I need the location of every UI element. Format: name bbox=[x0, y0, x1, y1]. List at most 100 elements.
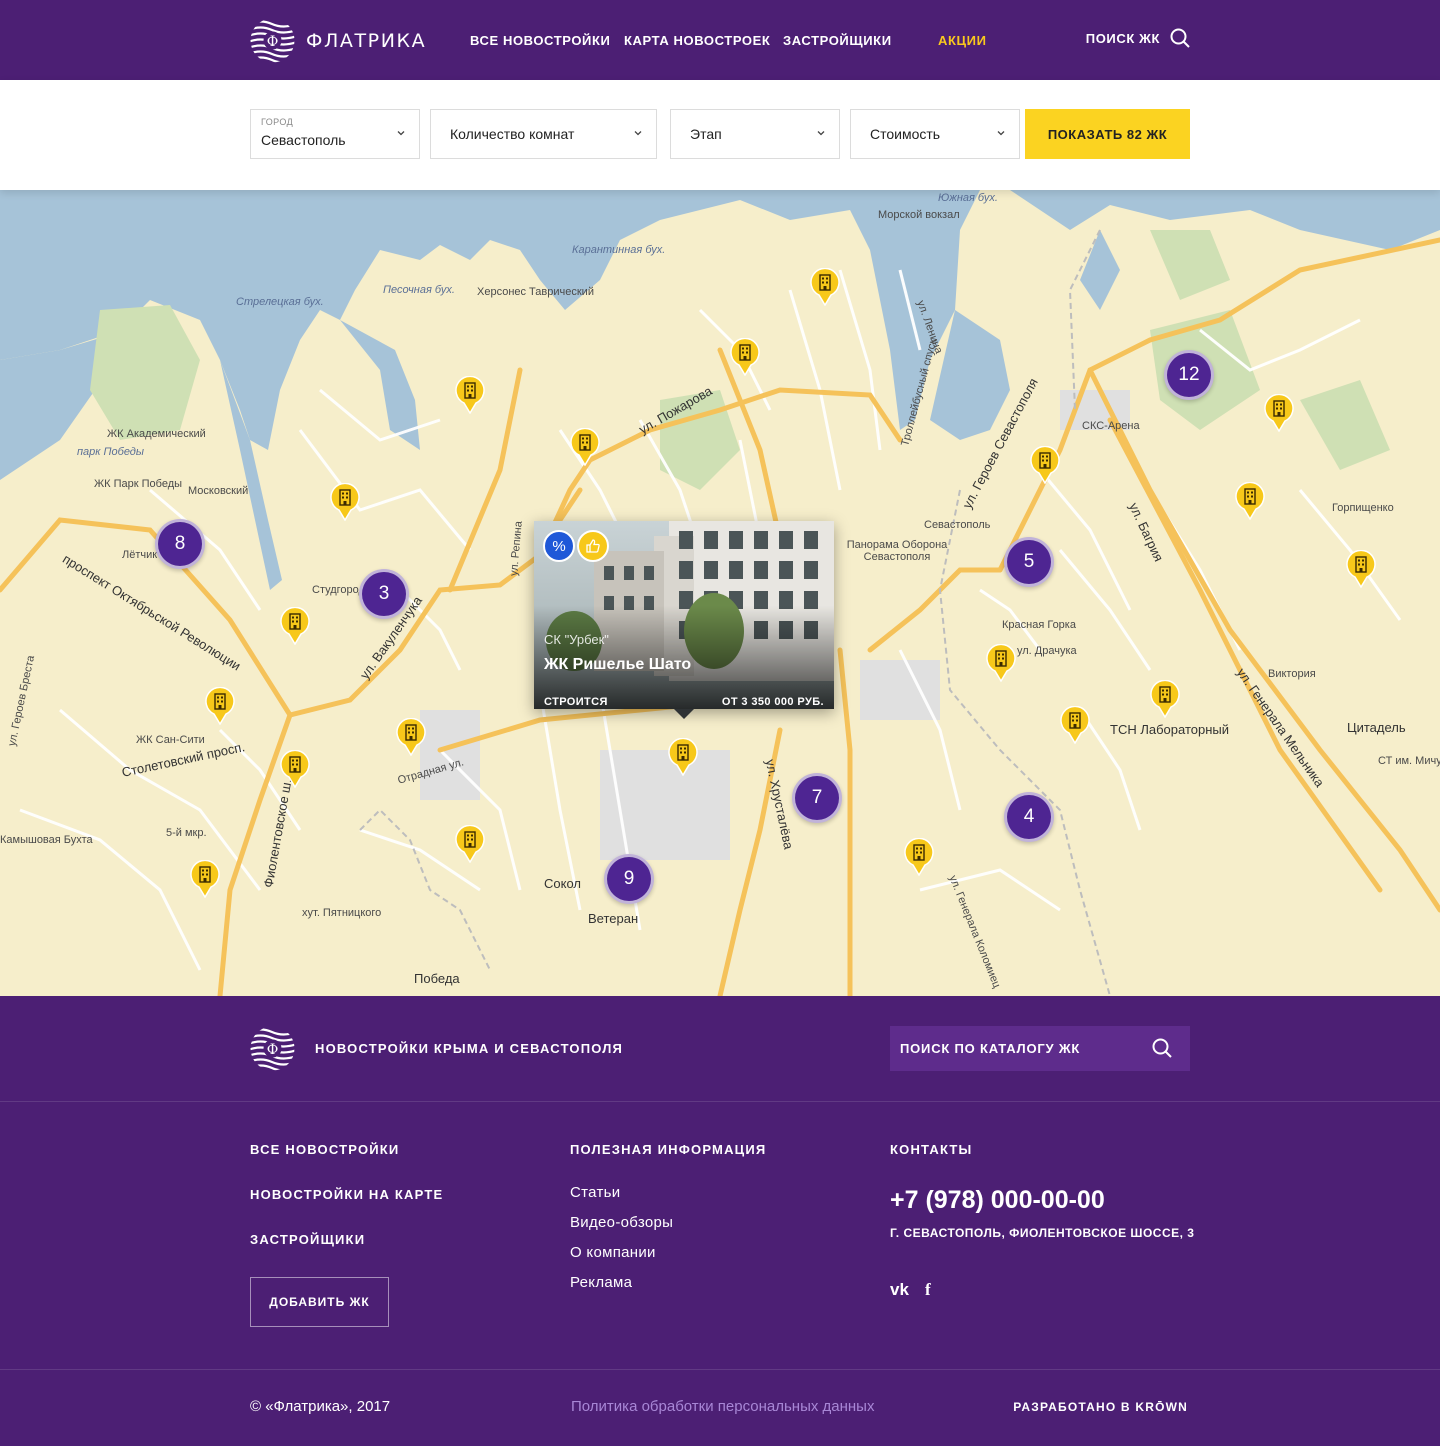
building-icon bbox=[1030, 445, 1060, 485]
footer-link-advertising[interactable]: Реклама bbox=[570, 1274, 632, 1291]
map-label: Песочная бух. bbox=[383, 284, 455, 296]
map-cluster[interactable]: 3 bbox=[359, 569, 409, 619]
building-pin[interactable] bbox=[810, 267, 840, 307]
building-pin[interactable] bbox=[330, 482, 360, 522]
building-popup[interactable]: % СК "Урбек" ЖК Ришелье Шато СТРОИТСЯ ОТ… bbox=[534, 521, 834, 719]
popup-status: СТРОИТСЯ bbox=[544, 696, 608, 708]
catalog-search-input[interactable] bbox=[890, 1041, 1140, 1056]
nav-all-buildings[interactable]: ВСЕ НОВОСТРОЙКИ bbox=[470, 33, 610, 48]
copyright: © «Флатрика», 2017 bbox=[250, 1398, 391, 1415]
building-icon bbox=[455, 375, 485, 415]
site-footer: Ф НОВОСТРОЙКИ КРЫМА И СЕВАСТОПОЛЯ ВСЕ НО… bbox=[0, 996, 1440, 1446]
building-pin[interactable] bbox=[570, 427, 600, 467]
building-pin[interactable] bbox=[904, 837, 934, 877]
chevron-down-icon bbox=[397, 131, 405, 136]
building-pin[interactable] bbox=[1150, 679, 1180, 719]
address: Г. СЕВАСТОПОЛЬ, ФИОЛЕНТОВСКОЕ ШОССЕ, 3 bbox=[890, 1226, 1195, 1240]
building-pin[interactable] bbox=[1030, 445, 1060, 485]
map-label: Победа bbox=[414, 971, 460, 986]
building-icon bbox=[1060, 705, 1090, 745]
privacy-policy-link[interactable]: Политика обработки персональных данных bbox=[571, 1398, 874, 1415]
map-label: Лётчик bbox=[122, 549, 158, 561]
developer-credit-link[interactable]: РАЗРАБОТАНО В KRŌWN bbox=[1013, 1400, 1188, 1414]
map-label: Панорама Оборона Севастополя bbox=[846, 539, 948, 563]
map-label: хут. Пятницкого bbox=[302, 907, 382, 919]
map-label: СТ им. Мичурина bbox=[1378, 755, 1440, 767]
chevron-down-icon bbox=[817, 131, 825, 136]
svg-text:Ф: Ф bbox=[267, 34, 279, 50]
building-icon bbox=[1150, 679, 1180, 719]
building-pin[interactable] bbox=[280, 749, 310, 789]
building-icon bbox=[986, 643, 1016, 683]
map-label: Горпищенко bbox=[1332, 502, 1394, 514]
footer-divider bbox=[0, 1101, 1440, 1102]
stage-select-value: Этап bbox=[690, 126, 722, 142]
building-pin[interactable] bbox=[396, 717, 426, 757]
building-pin[interactable] bbox=[668, 737, 698, 777]
map-cluster[interactable]: 7 bbox=[792, 773, 842, 823]
map-label: Херсонес Таврический bbox=[477, 286, 594, 298]
map-label: Стрелецкая бух. bbox=[236, 296, 324, 308]
building-pin[interactable] bbox=[986, 643, 1016, 683]
map-label: Виктория bbox=[1268, 668, 1316, 680]
header-search-button[interactable]: ПОИСК ЖК bbox=[1086, 28, 1190, 48]
map-label: ЖК Парк Победы bbox=[94, 478, 183, 490]
price-select[interactable]: Стоимость bbox=[850, 109, 1020, 159]
add-building-button[interactable]: ДОБАВИТЬ ЖК bbox=[250, 1277, 389, 1327]
footer-logo[interactable]: Ф НОВОСТРОЙКИ КРЫМА И СЕВАСТОПОЛЯ bbox=[250, 1026, 623, 1071]
nav-promotions[interactable]: АКЦИИ bbox=[938, 33, 987, 48]
building-pin[interactable] bbox=[205, 686, 235, 726]
search-icon bbox=[1170, 28, 1190, 48]
building-pin[interactable] bbox=[455, 375, 485, 415]
search-icon[interactable] bbox=[1152, 1038, 1172, 1058]
phone-number[interactable]: +7 (978) 000-00-00 bbox=[890, 1186, 1105, 1215]
map-cluster[interactable]: 12 bbox=[1164, 350, 1214, 400]
footer-link-articles[interactable]: Статьи bbox=[570, 1184, 620, 1201]
footer-link-developers[interactable]: ЗАСТРОЙЩИКИ bbox=[250, 1232, 365, 1247]
logo[interactable]: Ф ФЛАТРИКА bbox=[250, 18, 426, 63]
building-pin[interactable] bbox=[280, 606, 310, 646]
nav-developers[interactable]: ЗАСТРОЙЩИКИ bbox=[783, 33, 892, 48]
stage-select[interactable]: Этап bbox=[670, 109, 840, 159]
building-pin[interactable] bbox=[1060, 705, 1090, 745]
map-cluster[interactable]: 9 bbox=[604, 854, 654, 904]
building-pin[interactable] bbox=[455, 824, 485, 864]
footer-link-all-buildings[interactable]: ВСЕ НОВОСТРОЙКИ bbox=[250, 1142, 399, 1157]
map-cluster[interactable]: 4 bbox=[1004, 792, 1054, 842]
building-pin[interactable] bbox=[190, 859, 220, 899]
map-label: ЖК Академический bbox=[107, 428, 206, 440]
map-label: СКС-Арена bbox=[1082, 420, 1140, 432]
vk-icon[interactable]: vk bbox=[890, 1280, 909, 1300]
building-icon bbox=[396, 717, 426, 757]
building-pin[interactable] bbox=[1264, 393, 1294, 433]
filter-bar: ГОРОД Севастополь Количество комнат Этап… bbox=[0, 80, 1440, 190]
nav-map[interactable]: КАРТА НОВОСТРОЕК bbox=[624, 33, 770, 48]
footer-link-map[interactable]: НОВОСТРОЙКИ НА КАРТЕ bbox=[250, 1187, 443, 1202]
show-results-button[interactable]: ПОКАЗАТЬ 82 ЖК bbox=[1025, 109, 1190, 159]
map[interactable]: Южная бух. Морской вокзал Карантинная бу… bbox=[0, 190, 1440, 996]
map-label: Севастополь bbox=[924, 519, 991, 531]
map-label: Цитадель bbox=[1347, 720, 1406, 735]
footer-tagline: НОВОСТРОЙКИ КРЫМА И СЕВАСТОПОЛЯ bbox=[315, 1041, 624, 1056]
building-pin[interactable] bbox=[1235, 481, 1265, 521]
facebook-icon[interactable]: f bbox=[925, 1280, 931, 1300]
contacts-heading: КОНТАКТЫ bbox=[890, 1142, 973, 1157]
map-label: Красная Горка bbox=[1002, 619, 1076, 631]
footer-link-about[interactable]: О компании bbox=[570, 1244, 656, 1261]
footer-search[interactable] bbox=[890, 1026, 1190, 1071]
rooms-select-value: Количество комнат bbox=[450, 126, 575, 142]
rooms-select[interactable]: Количество комнат bbox=[430, 109, 657, 159]
logo-icon: Ф bbox=[250, 1028, 295, 1071]
building-pin[interactable] bbox=[730, 337, 760, 377]
city-select-label: ГОРОД bbox=[261, 117, 294, 127]
site-header: Ф ФЛАТРИКА ВСЕ НОВОСТРОЙКИ КАРТА НОВОСТР… bbox=[0, 0, 1440, 80]
map-label: Московский bbox=[188, 485, 249, 497]
map-label: парк Победы bbox=[77, 446, 144, 458]
building-pin[interactable] bbox=[1346, 549, 1376, 589]
footer-divider bbox=[0, 1369, 1440, 1370]
map-cluster[interactable]: 8 bbox=[155, 519, 205, 569]
footer-link-video-reviews[interactable]: Видео-обзоры bbox=[570, 1214, 673, 1231]
city-select[interactable]: ГОРОД Севастополь bbox=[250, 109, 420, 159]
map-cluster[interactable]: 5 bbox=[1004, 537, 1054, 587]
chevron-down-icon bbox=[634, 131, 642, 136]
